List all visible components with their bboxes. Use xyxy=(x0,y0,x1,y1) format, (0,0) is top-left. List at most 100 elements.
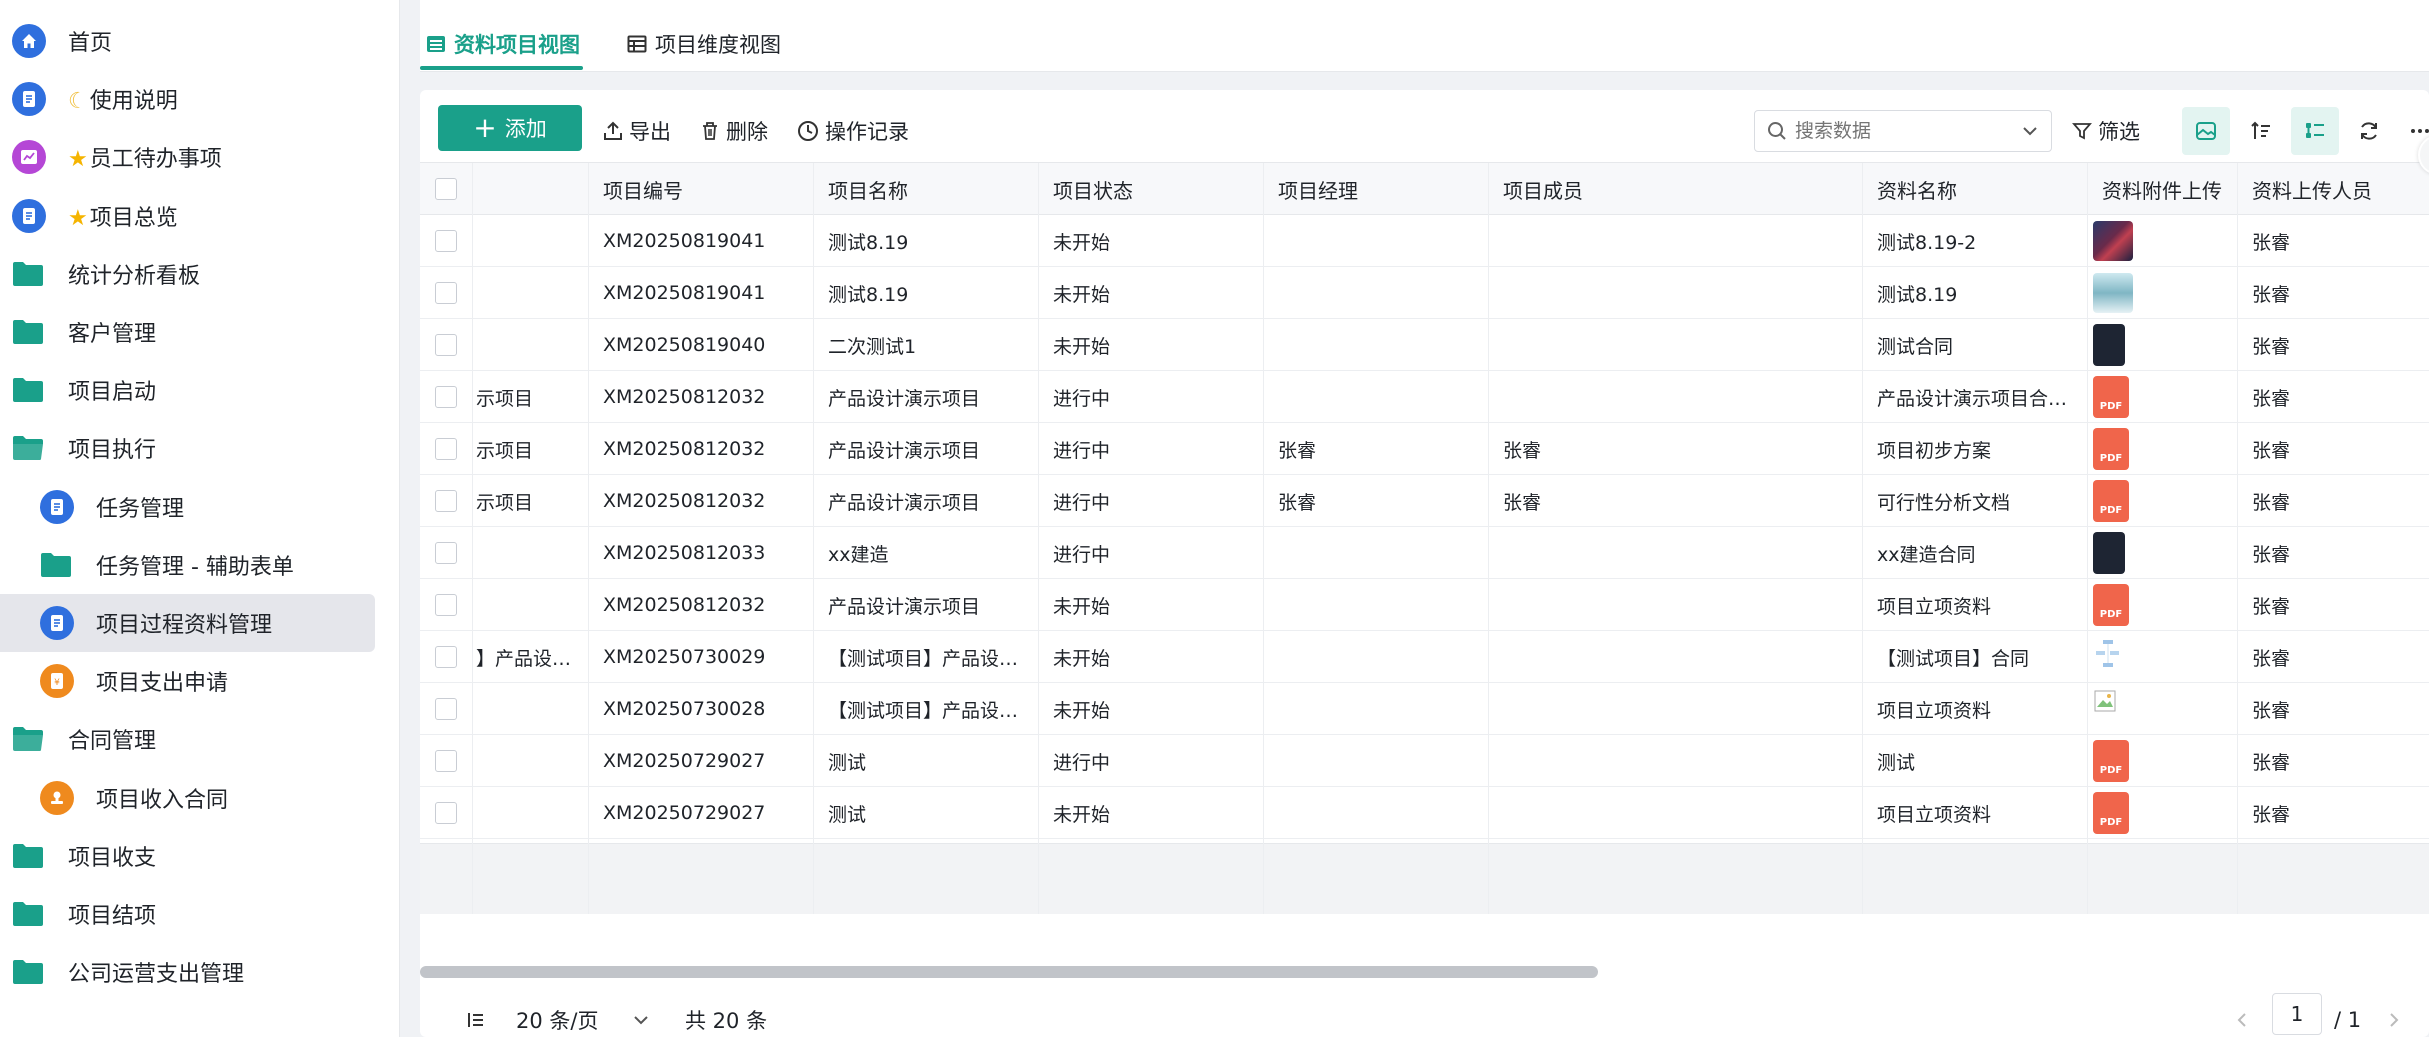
header-project-code[interactable]: 项目编号 xyxy=(588,163,813,215)
sidebar-item-16[interactable]: 公司运营支出管理 xyxy=(0,943,398,1001)
row-checkbox[interactable] xyxy=(435,334,457,356)
table-row[interactable]: XM20250819040 二次测试1 未开始 测试合同 张睿 xyxy=(420,319,2429,371)
pdf-file-icon[interactable]: PDF xyxy=(2093,584,2129,626)
table-row[interactable]: XM20250730028 【测试项目】产品设… 未开始 项目立项资料 张睿 xyxy=(420,683,2429,735)
row-checkbox[interactable] xyxy=(435,698,457,720)
sidebar-item-3[interactable]: ★项目总览 xyxy=(0,187,398,245)
table-row[interactable]: XM20250729027 测试 进行中 测试 PDF 张睿 xyxy=(420,735,2429,787)
tab-document-project-view[interactable]: 资料项目视图 xyxy=(426,24,580,64)
export-label: 导出 xyxy=(629,120,671,144)
row-checkbox[interactable] xyxy=(435,646,457,668)
row-checkbox[interactable] xyxy=(435,230,457,252)
row-checkbox[interactable] xyxy=(435,386,457,408)
sidebar-item-11[interactable]: ¥ 项目支出申请 xyxy=(0,652,398,710)
sidebar-item-text: 任务管理 - 辅助表单 xyxy=(96,554,294,580)
sort-button[interactable] xyxy=(2237,107,2285,155)
cell-project-prefix xyxy=(472,683,588,735)
sidebar-item-15[interactable]: 项目结项 xyxy=(0,885,398,943)
header-uploader[interactable]: 资料上传人员 xyxy=(2237,163,2429,215)
table-row[interactable]: XM20250729027 测试 未开始 项目立项资料 PDF 张睿 xyxy=(420,787,2429,839)
export-button[interactable]: 导出 xyxy=(603,116,671,146)
moon-icon: ☾ xyxy=(68,89,88,115)
file-thumbnail[interactable] xyxy=(2093,324,2125,366)
search-box[interactable] xyxy=(1754,110,2052,152)
sidebar-item-5[interactable]: 客户管理 xyxy=(0,303,398,361)
chevron-down-icon[interactable] xyxy=(2021,122,2039,140)
refresh-button[interactable] xyxy=(2345,107,2393,155)
header-project-name[interactable]: 项目名称 xyxy=(813,163,1038,215)
image-thumbnail[interactable] xyxy=(2093,221,2133,261)
table-row[interactable]: 示项目 XM20250812032 产品设计演示项目 进行中 张睿 张睿 可行性分析文档 PD… xyxy=(420,475,2429,527)
header-document-name[interactable]: 资料名称 xyxy=(1862,163,2087,215)
sidebar-item-label: 项目支出申请 xyxy=(96,665,228,697)
row-checkbox[interactable] xyxy=(435,438,457,460)
header-attachment[interactable]: 资料附件上传 xyxy=(2087,163,2237,215)
page-size-select[interactable]: 20 条/页 xyxy=(516,1000,650,1037)
cell-project-members xyxy=(1488,527,1862,579)
sidebar-item-9[interactable]: 任务管理 - 辅助表单 xyxy=(0,536,398,594)
sidebar-item-10[interactable]: 项目过程资料管理 xyxy=(0,594,375,652)
cell-project-status: 未开始 xyxy=(1053,803,1111,826)
cell-uploader: 张睿 xyxy=(2252,283,2291,306)
sidebar-item-8[interactable]: 任务管理 xyxy=(0,478,398,536)
log-label: 操作记录 xyxy=(825,120,909,144)
operation-log-button[interactable]: 操作记录 xyxy=(797,116,909,146)
sidebar-item-12[interactable]: 合同管理 xyxy=(0,710,398,768)
header-project-prefix[interactable] xyxy=(472,163,588,215)
row-checkbox[interactable] xyxy=(435,750,457,772)
pdf-file-icon[interactable]: PDF xyxy=(2093,740,2129,782)
pdf-file-icon[interactable]: PDF xyxy=(2093,428,2129,470)
row-checkbox[interactable] xyxy=(435,802,457,824)
delete-button[interactable]: 删除 xyxy=(700,116,768,146)
cell-project-name: 【测试项目】产品设… xyxy=(828,699,1019,722)
row-checkbox[interactable] xyxy=(435,542,457,564)
page-total: / 1 xyxy=(2334,1008,2362,1032)
pdf-file-icon[interactable]: PDF xyxy=(2093,376,2129,418)
sidebar-item-7[interactable]: 项目执行 xyxy=(0,419,398,477)
filter-button[interactable]: 筛选 xyxy=(2072,116,2140,146)
sidebar-item-2[interactable]: ★员工待办事项 xyxy=(0,128,398,186)
image-thumbnail[interactable] xyxy=(2093,273,2133,313)
next-page-button[interactable] xyxy=(2386,1000,2402,1037)
cell-document-name: 测试8.19-2 xyxy=(1877,231,1977,254)
header-project-status[interactable]: 项目状态 xyxy=(1038,163,1263,215)
prev-page-button[interactable] xyxy=(2234,1000,2250,1037)
refresh-icon xyxy=(2361,122,2377,140)
sidebar-item-1[interactable]: ☾使用说明 xyxy=(0,70,398,128)
card-view-button[interactable] xyxy=(2182,107,2230,155)
row-checkbox[interactable] xyxy=(435,282,457,304)
table-row[interactable]: 示项目 XM20250812032 产品设计演示项目 进行中 张睿 张睿 项目初步方案 PDF… xyxy=(420,423,2429,475)
cell-document-name: 产品设计演示项目合… xyxy=(1877,387,2068,410)
column-divider xyxy=(1263,163,1264,914)
sidebar-item-14[interactable]: 项目收支 xyxy=(0,827,398,885)
pdf-file-icon[interactable]: PDF xyxy=(2093,792,2129,834)
add-button[interactable]: + 添加 xyxy=(438,105,582,151)
file-thumbnail[interactable] xyxy=(2093,532,2125,574)
cell-attachment: PDF xyxy=(2087,371,2237,423)
row-checkbox[interactable] xyxy=(435,490,457,512)
search-input[interactable] xyxy=(1795,120,2005,142)
page-input[interactable]: 1 xyxy=(2272,993,2322,1035)
header-project-manager[interactable]: 项目经理 xyxy=(1263,163,1488,215)
group-view-button[interactable] xyxy=(2291,107,2339,155)
table-row[interactable]: 示项目 XM20250812032 产品设计演示项目 进行中 产品设计演示项目合… PDF… xyxy=(420,371,2429,423)
diagram-thumbnail[interactable] xyxy=(2093,637,2123,677)
table-row[interactable]: XM20250819041 测试8.19 未开始 测试8.19 张睿 xyxy=(420,267,2429,319)
horizontal-scrollbar[interactable] xyxy=(420,966,1598,978)
tab-project-dimension-view[interactable]: 项目维度视图 xyxy=(627,24,781,64)
export-icon xyxy=(604,121,622,140)
table-row[interactable]: XM20250812033 xx建造 进行中 xx建造合同 张睿 xyxy=(420,527,2429,579)
pdf-file-icon[interactable]: PDF xyxy=(2093,480,2129,522)
folder-open-icon xyxy=(12,726,44,752)
sidebar-item-0[interactable]: 首页 xyxy=(0,12,398,70)
row-checkbox[interactable] xyxy=(435,594,457,616)
sidebar-item-6[interactable]: 项目启动 xyxy=(0,361,398,419)
select-all-checkbox[interactable] xyxy=(435,178,457,200)
header-project-members[interactable]: 项目成员 xyxy=(1488,163,1862,215)
broken-image-icon[interactable] xyxy=(2093,689,2117,713)
table-row[interactable]: XM20250812032 产品设计演示项目 未开始 项目立项资料 PDF 张睿 xyxy=(420,579,2429,631)
table-row[interactable]: XM20250819041 测试8.19 未开始 测试8.19-2 张睿 xyxy=(420,215,2429,267)
sidebar-item-4[interactable]: 统计分析看板 xyxy=(0,245,398,303)
sidebar-item-13[interactable]: 项目收入合同 xyxy=(0,769,398,827)
table-row[interactable]: 】产品设… XM20250730029 【测试项目】产品设… 未开始 【测试项目】合同 张… xyxy=(420,631,2429,683)
